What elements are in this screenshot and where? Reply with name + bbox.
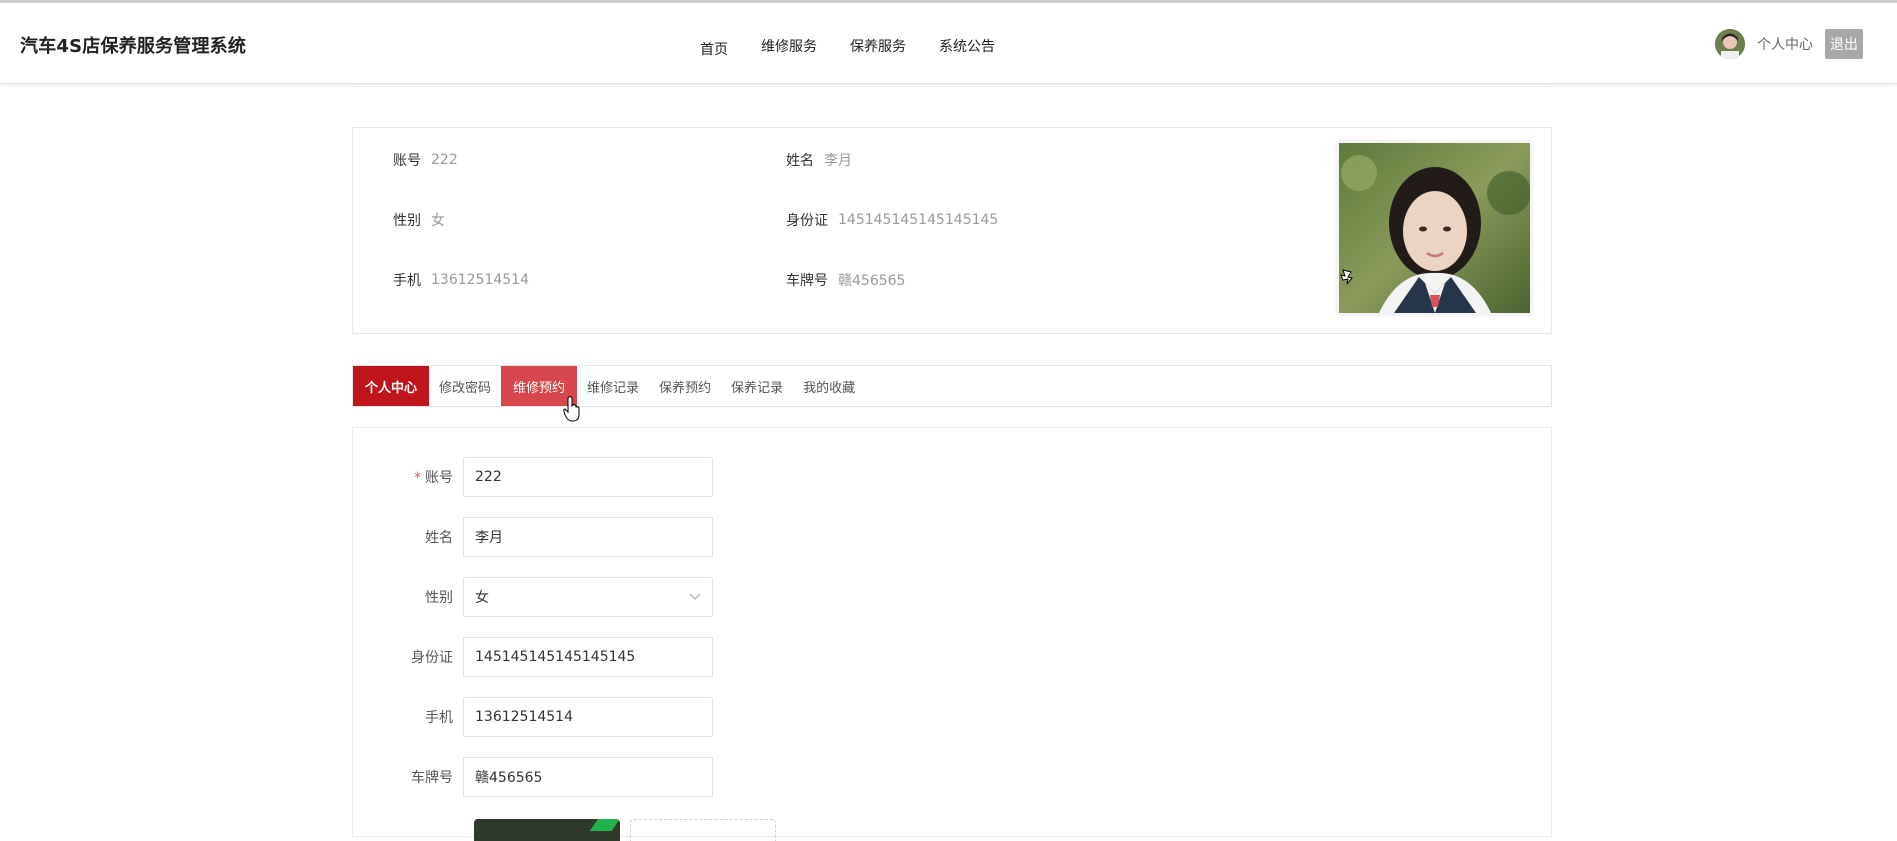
- field-label-text: 账号: [425, 470, 453, 486]
- avatar-upload-preview[interactable]: [474, 819, 620, 841]
- pointer-cursor-icon: [1339, 268, 1355, 292]
- gender-selected-value: 女: [475, 590, 489, 606]
- top-navigation-bar: 汽车4S店保养服务管理系统 首页 维修服务 保养服务 系统公告 个人中心 退出: [0, 0, 1897, 84]
- tab-change-password[interactable]: 修改密码: [429, 366, 501, 406]
- logout-button[interactable]: 退出: [1825, 29, 1863, 59]
- info-value: 赣456565: [838, 273, 906, 289]
- id-card-input[interactable]: 145145145145145145: [463, 637, 713, 677]
- nav-item-maintenance-service[interactable]: 保养服务: [850, 36, 906, 59]
- form-row-name: 姓名 李月: [353, 517, 713, 557]
- field-label: * 账号: [353, 467, 463, 487]
- info-value: 女: [431, 213, 445, 229]
- info-label: 姓名: [786, 153, 814, 169]
- gender-select[interactable]: 女: [463, 577, 713, 617]
- tab-maintenance-records[interactable]: 保养记录: [721, 366, 793, 406]
- user-tabs: 个人中心 修改密码 维修预约 维修记录 保养预约 保养记录 我的收藏: [352, 365, 1552, 407]
- field-label: 性别: [425, 590, 453, 606]
- name-input[interactable]: 李月: [463, 517, 713, 557]
- avatar[interactable]: [1715, 29, 1745, 59]
- info-label: 性别: [393, 213, 421, 229]
- info-label: 车牌号: [786, 273, 828, 289]
- info-value: 李月: [824, 153, 852, 169]
- info-value: 145145145145145145: [838, 212, 999, 228]
- info-gender: 性别 女: [393, 210, 445, 230]
- plate-input[interactable]: 赣456565: [463, 757, 713, 797]
- info-phone: 手机 13612514514: [393, 270, 529, 290]
- header-divider: [352, 84, 1552, 87]
- tab-my-favorites[interactable]: 我的收藏: [793, 366, 865, 406]
- tab-personal-center[interactable]: 个人中心: [353, 366, 429, 406]
- profile-info-card: 账号 222 姓名 李月 性别 女 身份证 145145145145145145…: [352, 127, 1552, 334]
- form-row-id-card: 身份证 145145145145145145: [353, 637, 713, 677]
- account-input[interactable]: 222: [463, 457, 713, 497]
- field-label: 车牌号: [411, 770, 453, 786]
- info-label: 手机: [393, 273, 421, 289]
- info-value: 222: [431, 152, 458, 168]
- info-id-card: 身份证 145145145145145145: [786, 210, 998, 230]
- info-plate: 车牌号 赣456565: [786, 270, 905, 290]
- field-label: 姓名: [425, 530, 453, 546]
- phone-input[interactable]: 13612514514: [463, 697, 713, 737]
- chevron-down-icon: [689, 590, 701, 604]
- profile-form: * 账号 222 姓名 李月 性别 女 身份证 14514514514514514…: [352, 427, 1552, 841]
- form-row-account: * 账号 222: [353, 457, 713, 497]
- tab-repair-records[interactable]: 维修记录: [577, 366, 649, 406]
- upload-area[interactable]: [630, 819, 776, 841]
- user-center-link[interactable]: 个人中心: [1757, 34, 1813, 54]
- hand-cursor-icon: [563, 396, 581, 426]
- nav-item-repair-service[interactable]: 维修服务: [761, 36, 817, 59]
- upload-success-badge: [589, 819, 620, 831]
- info-label: 账号: [393, 153, 421, 169]
- form-row-phone: 手机 13612514514: [353, 697, 713, 737]
- main-nav: 首页 维修服务 保养服务 系统公告: [700, 36, 1028, 59]
- profile-photo: [1337, 141, 1532, 315]
- user-area: 个人中心 退出: [1715, 29, 1863, 59]
- required-mark: *: [414, 470, 421, 486]
- field-label: 身份证: [411, 650, 453, 666]
- info-name: 姓名 李月: [786, 150, 852, 170]
- nav-item-announcements[interactable]: 系统公告: [939, 36, 995, 59]
- info-account: 账号 222: [393, 150, 458, 170]
- nav-item-home[interactable]: 首页: [700, 39, 728, 59]
- app-title: 汽车4S店保养服务管理系统: [20, 36, 247, 57]
- field-label: 手机: [425, 710, 453, 726]
- tab-maintenance-appointment[interactable]: 保养预约: [649, 366, 721, 406]
- info-label: 身份证: [786, 213, 828, 229]
- form-row-gender: 性别 女: [353, 577, 713, 617]
- info-value: 13612514514: [431, 272, 529, 288]
- form-row-plate: 车牌号 赣456565: [353, 757, 713, 797]
